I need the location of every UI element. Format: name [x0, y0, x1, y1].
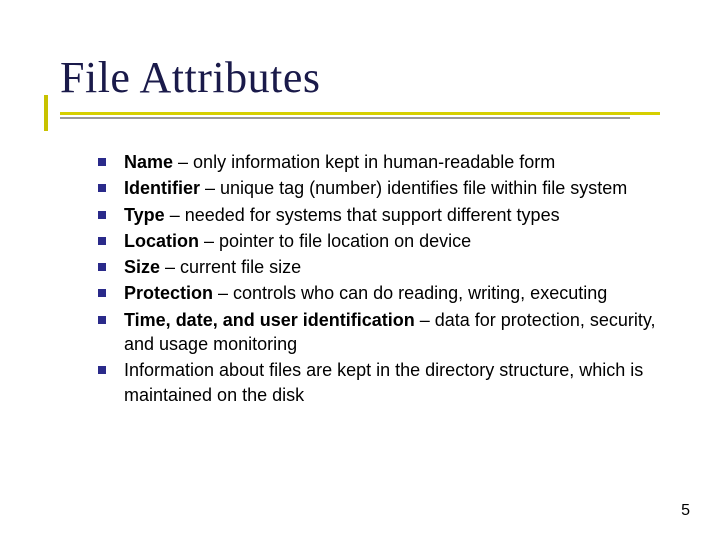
list-item-text: Type – needed for systems that support d…	[124, 203, 678, 227]
list-item-rest: – only information kept in human-readabl…	[173, 152, 555, 172]
list-item-rest: – current file size	[160, 257, 301, 277]
list-item: Time, date, and user identification – da…	[98, 308, 678, 357]
list-item: Information about files are kept in the …	[98, 358, 678, 407]
list-item-rest: – unique tag (number) identifies file wi…	[200, 178, 627, 198]
page-number: 5	[681, 502, 690, 520]
square-bullet-icon	[98, 316, 106, 324]
square-bullet-icon	[98, 237, 106, 245]
list-item: Identifier – unique tag (number) identif…	[98, 176, 678, 200]
list-item-bold: Time, date, and user identification	[124, 310, 415, 330]
list-item-bold: Identifier	[124, 178, 200, 198]
square-bullet-icon	[98, 263, 106, 271]
list-item-bold: Name	[124, 152, 173, 172]
list-item-text: Time, date, and user identification – da…	[124, 308, 678, 357]
rule-yellow	[60, 112, 660, 115]
list-item-text: Location – pointer to file location on d…	[124, 229, 678, 253]
square-bullet-icon	[98, 366, 106, 374]
accent-tick	[44, 95, 48, 131]
list-item-rest: – controls who can do reading, writing, …	[213, 283, 607, 303]
list-item-rest: – pointer to file location on device	[199, 231, 471, 251]
list-item-text: Size – current file size	[124, 255, 678, 279]
list-item: Location – pointer to file location on d…	[98, 229, 678, 253]
list-item-text: Information about files are kept in the …	[124, 358, 678, 407]
bullet-list: Name – only information kept in human-re…	[98, 150, 678, 409]
list-item-bold: Protection	[124, 283, 213, 303]
list-item-rest: Information about files are kept in the …	[124, 360, 643, 404]
rule-gray	[60, 117, 630, 119]
list-item-bold: Size	[124, 257, 160, 277]
square-bullet-icon	[98, 158, 106, 166]
list-item-rest: – needed for systems that support differ…	[165, 205, 560, 225]
list-item-bold: Type	[124, 205, 165, 225]
title-underline	[60, 112, 660, 119]
list-item-text: Protection – controls who can do reading…	[124, 281, 678, 305]
slide: File Attributes Name – only information …	[0, 0, 720, 540]
list-item: Size – current file size	[98, 255, 678, 279]
list-item-text: Identifier – unique tag (number) identif…	[124, 176, 678, 200]
square-bullet-icon	[98, 184, 106, 192]
list-item-bold: Location	[124, 231, 199, 251]
title-wrap: File Attributes	[60, 52, 321, 103]
list-item: Name – only information kept in human-re…	[98, 150, 678, 174]
square-bullet-icon	[98, 211, 106, 219]
list-item-text: Name – only information kept in human-re…	[124, 150, 678, 174]
square-bullet-icon	[98, 289, 106, 297]
slide-title: File Attributes	[60, 52, 321, 103]
list-item: Type – needed for systems that support d…	[98, 203, 678, 227]
list-item: Protection – controls who can do reading…	[98, 281, 678, 305]
